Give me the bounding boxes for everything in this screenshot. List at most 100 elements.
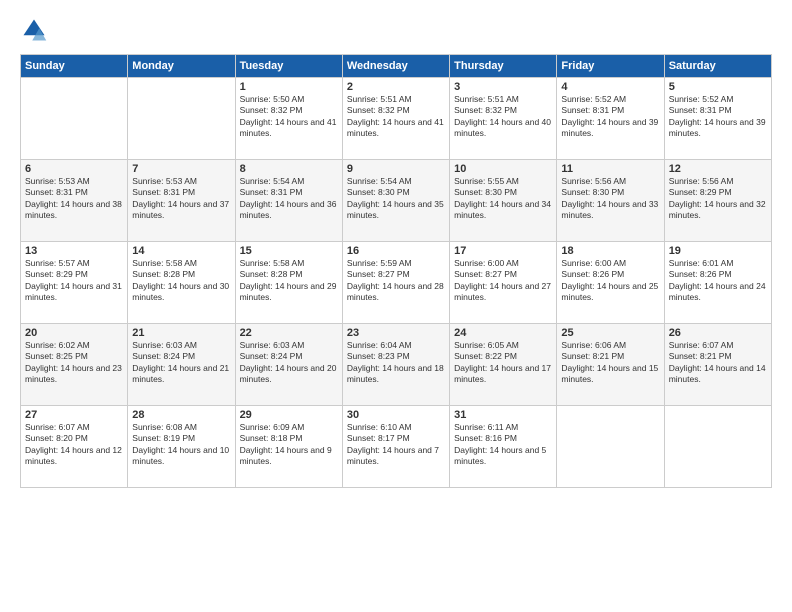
calendar-cell <box>557 406 664 488</box>
day-number: 1 <box>240 81 338 93</box>
calendar-cell: 9Sunrise: 5:54 AM Sunset: 8:30 PM Daylig… <box>342 160 449 242</box>
day-number: 8 <box>240 163 338 175</box>
calendar-cell: 10Sunrise: 5:55 AM Sunset: 8:30 PM Dayli… <box>450 160 557 242</box>
header-day-thursday: Thursday <box>450 55 557 78</box>
calendar-cell: 28Sunrise: 6:08 AM Sunset: 8:19 PM Dayli… <box>128 406 235 488</box>
day-number: 16 <box>347 245 445 257</box>
day-number: 27 <box>25 409 123 421</box>
calendar-table: SundayMondayTuesdayWednesdayThursdayFrid… <box>20 54 772 488</box>
day-info: Sunrise: 6:11 AM Sunset: 8:16 PM Dayligh… <box>454 422 552 468</box>
day-number: 30 <box>347 409 445 421</box>
calendar-cell: 27Sunrise: 6:07 AM Sunset: 8:20 PM Dayli… <box>21 406 128 488</box>
header-day-friday: Friday <box>557 55 664 78</box>
day-info: Sunrise: 5:57 AM Sunset: 8:29 PM Dayligh… <box>25 258 123 304</box>
day-info: Sunrise: 6:08 AM Sunset: 8:19 PM Dayligh… <box>132 422 230 468</box>
calendar-cell: 7Sunrise: 5:53 AM Sunset: 8:31 PM Daylig… <box>128 160 235 242</box>
calendar-body: 1Sunrise: 5:50 AM Sunset: 8:32 PM Daylig… <box>21 78 772 488</box>
day-info: Sunrise: 6:00 AM Sunset: 8:27 PM Dayligh… <box>454 258 552 304</box>
day-number: 23 <box>347 327 445 339</box>
day-number: 24 <box>454 327 552 339</box>
day-info: Sunrise: 6:05 AM Sunset: 8:22 PM Dayligh… <box>454 340 552 386</box>
day-number: 5 <box>669 81 767 93</box>
day-info: Sunrise: 5:54 AM Sunset: 8:31 PM Dayligh… <box>240 176 338 222</box>
calendar-cell: 15Sunrise: 5:58 AM Sunset: 8:28 PM Dayli… <box>235 242 342 324</box>
calendar-cell: 1Sunrise: 5:50 AM Sunset: 8:32 PM Daylig… <box>235 78 342 160</box>
day-info: Sunrise: 6:07 AM Sunset: 8:20 PM Dayligh… <box>25 422 123 468</box>
header-day-monday: Monday <box>128 55 235 78</box>
day-info: Sunrise: 5:58 AM Sunset: 8:28 PM Dayligh… <box>240 258 338 304</box>
calendar-week-4: 20Sunrise: 6:02 AM Sunset: 8:25 PM Dayli… <box>21 324 772 406</box>
day-info: Sunrise: 6:02 AM Sunset: 8:25 PM Dayligh… <box>25 340 123 386</box>
calendar-cell: 4Sunrise: 5:52 AM Sunset: 8:31 PM Daylig… <box>557 78 664 160</box>
day-number: 28 <box>132 409 230 421</box>
day-info: Sunrise: 5:53 AM Sunset: 8:31 PM Dayligh… <box>25 176 123 222</box>
calendar-cell <box>21 78 128 160</box>
calendar-cell: 31Sunrise: 6:11 AM Sunset: 8:16 PM Dayli… <box>450 406 557 488</box>
calendar-cell: 23Sunrise: 6:04 AM Sunset: 8:23 PM Dayli… <box>342 324 449 406</box>
day-number: 26 <box>669 327 767 339</box>
calendar-cell: 30Sunrise: 6:10 AM Sunset: 8:17 PM Dayli… <box>342 406 449 488</box>
day-info: Sunrise: 6:03 AM Sunset: 8:24 PM Dayligh… <box>240 340 338 386</box>
calendar-cell: 20Sunrise: 6:02 AM Sunset: 8:25 PM Dayli… <box>21 324 128 406</box>
calendar-cell: 24Sunrise: 6:05 AM Sunset: 8:22 PM Dayli… <box>450 324 557 406</box>
calendar-week-3: 13Sunrise: 5:57 AM Sunset: 8:29 PM Dayli… <box>21 242 772 324</box>
calendar-cell <box>128 78 235 160</box>
day-info: Sunrise: 5:51 AM Sunset: 8:32 PM Dayligh… <box>347 94 445 140</box>
day-info: Sunrise: 5:51 AM Sunset: 8:32 PM Dayligh… <box>454 94 552 140</box>
calendar-cell: 25Sunrise: 6:06 AM Sunset: 8:21 PM Dayli… <box>557 324 664 406</box>
day-number: 20 <box>25 327 123 339</box>
day-info: Sunrise: 5:56 AM Sunset: 8:30 PM Dayligh… <box>561 176 659 222</box>
day-number: 22 <box>240 327 338 339</box>
day-number: 29 <box>240 409 338 421</box>
day-info: Sunrise: 6:10 AM Sunset: 8:17 PM Dayligh… <box>347 422 445 468</box>
day-number: 15 <box>240 245 338 257</box>
day-info: Sunrise: 5:54 AM Sunset: 8:30 PM Dayligh… <box>347 176 445 222</box>
calendar-cell: 26Sunrise: 6:07 AM Sunset: 8:21 PM Dayli… <box>664 324 771 406</box>
day-number: 6 <box>25 163 123 175</box>
calendar-cell: 18Sunrise: 6:00 AM Sunset: 8:26 PM Dayli… <box>557 242 664 324</box>
calendar-cell: 2Sunrise: 5:51 AM Sunset: 8:32 PM Daylig… <box>342 78 449 160</box>
calendar-cell: 21Sunrise: 6:03 AM Sunset: 8:24 PM Dayli… <box>128 324 235 406</box>
calendar-cell: 12Sunrise: 5:56 AM Sunset: 8:29 PM Dayli… <box>664 160 771 242</box>
day-number: 3 <box>454 81 552 93</box>
day-number: 18 <box>561 245 659 257</box>
calendar-cell: 13Sunrise: 5:57 AM Sunset: 8:29 PM Dayli… <box>21 242 128 324</box>
day-number: 14 <box>132 245 230 257</box>
day-number: 7 <box>132 163 230 175</box>
header-row: SundayMondayTuesdayWednesdayThursdayFrid… <box>21 55 772 78</box>
day-info: Sunrise: 6:01 AM Sunset: 8:26 PM Dayligh… <box>669 258 767 304</box>
calendar-cell <box>664 406 771 488</box>
header-day-tuesday: Tuesday <box>235 55 342 78</box>
calendar-cell: 22Sunrise: 6:03 AM Sunset: 8:24 PM Dayli… <box>235 324 342 406</box>
day-number: 17 <box>454 245 552 257</box>
day-info: Sunrise: 6:03 AM Sunset: 8:24 PM Dayligh… <box>132 340 230 386</box>
calendar-cell: 29Sunrise: 6:09 AM Sunset: 8:18 PM Dayli… <box>235 406 342 488</box>
calendar-cell: 11Sunrise: 5:56 AM Sunset: 8:30 PM Dayli… <box>557 160 664 242</box>
day-number: 11 <box>561 163 659 175</box>
day-number: 21 <box>132 327 230 339</box>
header-day-wednesday: Wednesday <box>342 55 449 78</box>
day-info: Sunrise: 6:09 AM Sunset: 8:18 PM Dayligh… <box>240 422 338 468</box>
day-info: Sunrise: 5:50 AM Sunset: 8:32 PM Dayligh… <box>240 94 338 140</box>
day-info: Sunrise: 5:56 AM Sunset: 8:29 PM Dayligh… <box>669 176 767 222</box>
day-number: 13 <box>25 245 123 257</box>
day-info: Sunrise: 5:53 AM Sunset: 8:31 PM Dayligh… <box>132 176 230 222</box>
day-info: Sunrise: 5:59 AM Sunset: 8:27 PM Dayligh… <box>347 258 445 304</box>
calendar-cell: 8Sunrise: 5:54 AM Sunset: 8:31 PM Daylig… <box>235 160 342 242</box>
calendar-week-1: 1Sunrise: 5:50 AM Sunset: 8:32 PM Daylig… <box>21 78 772 160</box>
calendar-cell: 3Sunrise: 5:51 AM Sunset: 8:32 PM Daylig… <box>450 78 557 160</box>
day-number: 9 <box>347 163 445 175</box>
header <box>20 16 772 44</box>
day-info: Sunrise: 5:55 AM Sunset: 8:30 PM Dayligh… <box>454 176 552 222</box>
logo <box>20 16 52 44</box>
calendar-header: SundayMondayTuesdayWednesdayThursdayFrid… <box>21 55 772 78</box>
calendar-week-2: 6Sunrise: 5:53 AM Sunset: 8:31 PM Daylig… <box>21 160 772 242</box>
calendar-week-5: 27Sunrise: 6:07 AM Sunset: 8:20 PM Dayli… <box>21 406 772 488</box>
calendar-cell: 19Sunrise: 6:01 AM Sunset: 8:26 PM Dayli… <box>664 242 771 324</box>
day-info: Sunrise: 6:07 AM Sunset: 8:21 PM Dayligh… <box>669 340 767 386</box>
calendar-cell: 16Sunrise: 5:59 AM Sunset: 8:27 PM Dayli… <box>342 242 449 324</box>
day-info: Sunrise: 6:06 AM Sunset: 8:21 PM Dayligh… <box>561 340 659 386</box>
calendar-cell: 17Sunrise: 6:00 AM Sunset: 8:27 PM Dayli… <box>450 242 557 324</box>
day-number: 31 <box>454 409 552 421</box>
day-number: 2 <box>347 81 445 93</box>
